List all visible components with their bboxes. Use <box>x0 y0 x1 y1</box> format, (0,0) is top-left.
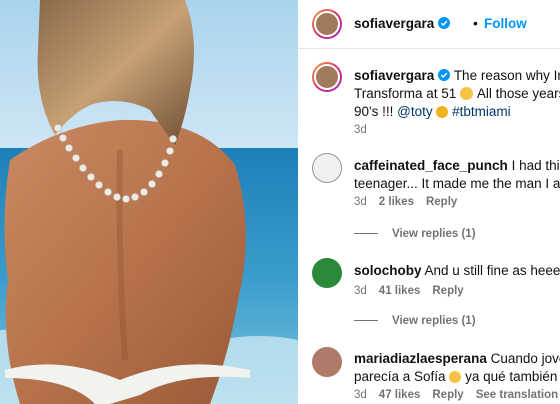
comment-likes[interactable]: 2 likes <box>379 196 414 208</box>
comment-line2a: parecía a Sofía <box>354 369 446 384</box>
comment-likes[interactable]: 47 likes <box>379 389 421 401</box>
replies-divider <box>354 233 378 234</box>
comment-likes[interactable]: 41 likes <box>379 285 421 297</box>
author-name[interactable]: sofiavergara <box>354 16 434 31</box>
view-replies-label[interactable]: View replies (1) <box>392 228 476 240</box>
caption-text: sofiavergara The reason why Im re Transf… <box>354 67 560 121</box>
comment-avatar[interactable] <box>312 347 342 377</box>
comment-line2b: ya qué también m <box>465 369 560 384</box>
post-header: sofiavergara • Follow <box>298 0 560 49</box>
comment-line1: And u still fine as heeeeee <box>424 263 560 278</box>
caption-username[interactable]: sofiavergara <box>354 68 434 83</box>
caption-time: 3d <box>354 124 379 136</box>
comment-text: caffeinated_face_punch I had this pos te… <box>354 157 560 193</box>
comment-text: mariadiazlaesperana Cuando joven y parec… <box>354 350 560 386</box>
comment-text: solochoby And u still fine as heeeeee <box>354 262 560 280</box>
caption-hashtag-link[interactable]: #tbtmiami <box>452 104 511 119</box>
comment-avatar[interactable] <box>312 153 342 183</box>
comment-meta: 3d 41 likes Reply <box>354 285 476 297</box>
view-replies-button[interactable]: View replies (1) <box>354 228 476 240</box>
post-image <box>0 0 298 404</box>
comment-time: 3d <box>354 389 367 401</box>
comment-line1: Cuando joven y <box>490 351 560 366</box>
header-separator: • <box>473 15 478 31</box>
caption-line2b: All those years of <box>476 86 560 101</box>
see-translation-button[interactable]: See translation <box>476 389 558 401</box>
replies-divider <box>354 320 378 321</box>
caption-line1: The reason why Im re <box>453 68 560 83</box>
comment-avatar[interactable] <box>312 258 342 288</box>
reply-button[interactable]: Reply <box>426 196 457 208</box>
coin-emoji-icon <box>436 106 449 118</box>
post-photo[interactable] <box>0 0 298 404</box>
comment-line2: teenager... It made me the man I am t <box>354 176 560 191</box>
post-panel: sofiavergara • Follow sofiavergara The r… <box>298 0 560 404</box>
laughing-emoji-icon <box>460 87 474 100</box>
comment-line1: I had this pos <box>511 158 560 173</box>
caption-time-label: 3d <box>354 124 367 136</box>
author-avatar[interactable] <box>312 9 342 39</box>
comment-time: 3d <box>354 285 367 297</box>
caption-line3: 90's !!! <box>354 104 394 119</box>
comment-meta: 3d 2 likes Reply <box>354 196 469 208</box>
view-replies-label[interactable]: View replies (1) <box>392 315 476 327</box>
smiling-emoji-icon <box>449 371 462 383</box>
comment-username[interactable]: caffeinated_face_punch <box>354 158 508 173</box>
verified-icon <box>438 17 451 29</box>
view-replies-button[interactable]: View replies (1) <box>354 315 476 327</box>
author-username[interactable]: sofiavergara <box>354 16 451 31</box>
comment-username[interactable]: solochoby <box>354 263 422 278</box>
comment-time: 3d <box>354 196 367 208</box>
comment-username[interactable]: mariadiazlaesperana <box>354 351 487 366</box>
comment-meta: 3d 47 likes Reply See translation <box>354 389 560 401</box>
verified-icon <box>438 69 451 81</box>
reply-button[interactable]: Reply <box>432 285 463 297</box>
caption-avatar[interactable] <box>312 62 342 92</box>
caption-line2a: Transforma at 51 <box>354 86 457 101</box>
caption-mention-link[interactable]: @toty <box>397 104 432 119</box>
follow-button[interactable]: Follow <box>484 16 527 31</box>
reply-button[interactable]: Reply <box>432 389 463 401</box>
